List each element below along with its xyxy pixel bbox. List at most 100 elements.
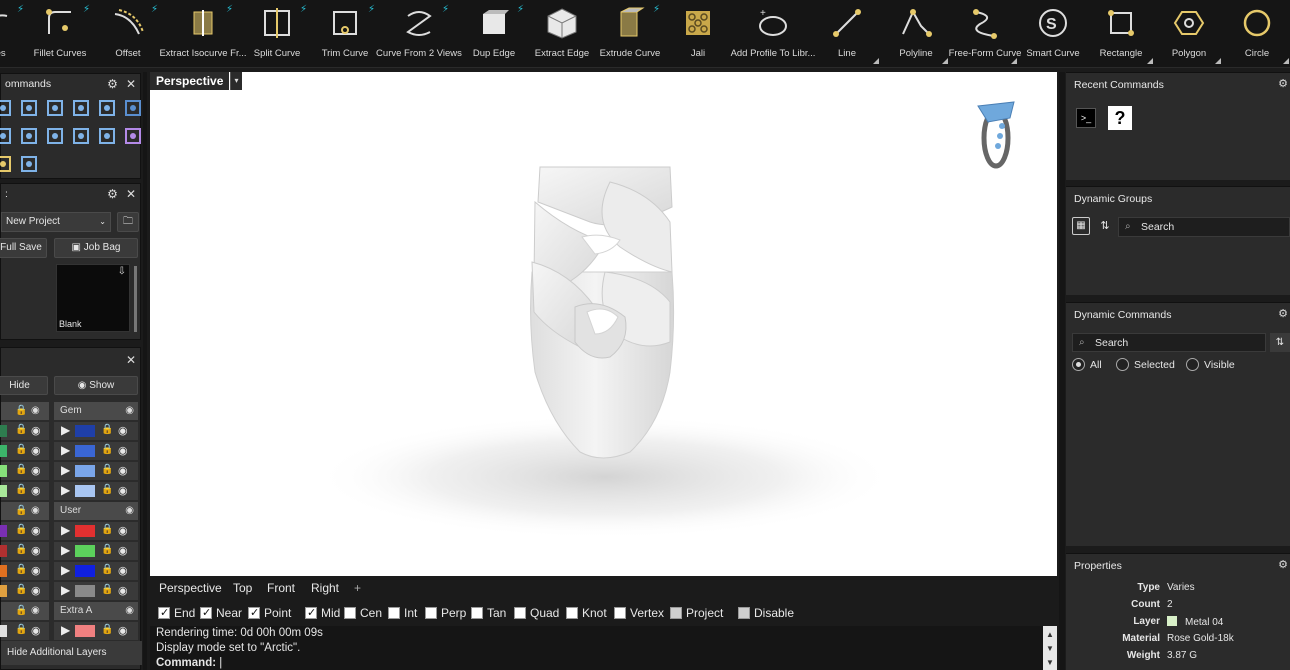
add-view-button[interactable]: + [354,577,361,599]
checkbox-icon[interactable] [305,605,317,621]
dynamic-commands-search[interactable]: ⌕ Search [1072,333,1266,352]
viewport-menu-arrow[interactable]: ▾ [230,72,242,90]
layer-color-swatch[interactable] [75,625,95,637]
eye-icon[interactable]: ◉ [125,602,134,620]
layer-row[interactable]: ▶ 🔒 ◉ [54,622,138,640]
expand-arrow-icon[interactable]: ▶ [61,543,70,557]
layer-color-swatch[interactable] [75,485,95,497]
gear-icon[interactable]: ⚙ [107,187,118,201]
eye-icon[interactable]: ◉ [118,624,128,637]
layer-color-swatch[interactable] [75,425,95,437]
layer-row[interactable]: ▶ 🔒 ◉ [54,542,138,560]
lock-icon[interactable]: 🔒 [101,524,113,535]
layer-color-swatch[interactable] [0,585,7,597]
lock-icon[interactable]: 🔒 [15,524,27,535]
layer-row[interactable]: 🔒 ◉ [0,462,49,480]
eye-icon[interactable]: ◉ [31,424,41,437]
filter-radio[interactable]: Selected [1116,357,1175,373]
layer-row[interactable]: ▶ 🔒 ◉ [54,442,138,460]
layer-row[interactable]: 🔒 ◉ [0,622,49,640]
close-icon[interactable]: ✕ [126,77,136,91]
layer-color-swatch[interactable] [0,445,7,457]
measure-icon[interactable] [71,98,91,118]
osnap-checkbox[interactable]: Int [388,605,417,621]
terminal-icon[interactable]: >_ [1076,108,1096,128]
property-value[interactable]: Metal 04 [1167,616,1223,628]
checkbox-icon[interactable] [158,605,170,621]
toolbar-button[interactable]: Extract Isocurve Fr... ⚡ [159,0,246,66]
layer-row[interactable]: 🔒 ◉ [0,482,49,500]
orientation-ring-icon[interactable] [970,98,1020,173]
slice-icon[interactable] [71,126,91,146]
full-save-button[interactable]: Full Save [0,238,47,258]
radio-icon[interactable] [1186,358,1199,371]
radio-icon[interactable] [1116,358,1129,371]
figure-icon[interactable] [123,126,143,146]
eye-icon[interactable]: ◉ [31,464,41,477]
eye-icon[interactable]: ◉ [31,502,40,520]
expand-arrow-icon[interactable]: ▶ [61,623,70,637]
curve-icon[interactable] [0,126,13,146]
split-icon[interactable] [45,98,65,118]
view-tab[interactable]: Perspective [159,577,222,599]
toolbar-button[interactable]: Polyline [882,0,950,66]
checkbox-icon[interactable] [738,607,750,619]
scroll-down-icon[interactable]: ▼ [1043,656,1057,670]
folder-button[interactable]: 🗀 [117,212,139,232]
toolbar-button[interactable]: Circle [1223,0,1290,66]
layer-color-swatch[interactable] [75,465,95,477]
lock-icon[interactable]: 🔒 [15,584,27,595]
lock-icon[interactable]: 🔒 [101,564,113,575]
layer-row[interactable]: ▶ 🔒 ◉ [54,582,138,600]
checkbox-icon[interactable] [344,607,356,619]
layer-row[interactable]: ▶ 🔒 ◉ [54,422,138,440]
view-tab[interactable]: Top [233,577,252,599]
layer-row[interactable]: 🔒 ◉ [0,442,49,460]
eye-icon[interactable]: ◉ [31,584,41,597]
expand-arrow-icon[interactable]: ▶ [61,423,70,437]
command-scrollbar[interactable]: ▲ ▼ ▼ [1043,626,1057,670]
view-tab[interactable]: Front [267,577,295,599]
checkbox-icon[interactable] [566,607,578,619]
lock-icon[interactable]: 🔒 [15,424,27,435]
points-icon[interactable] [97,126,117,146]
eye-icon[interactable]: ◉ [118,484,128,497]
layer-color-swatch[interactable] [75,525,95,537]
left-dock-divider[interactable] [143,72,147,670]
layer-group-header[interactable]: 🔒 ◉ [1,402,49,420]
export-icon[interactable]: ⇩ [118,266,126,277]
eye-icon[interactable]: ◉ [31,602,40,620]
gear-icon[interactable]: ⚙ [1278,558,1288,571]
osnap-checkbox[interactable]: Near [200,605,242,621]
calculator-icon[interactable]: ▦ [1072,217,1090,235]
osnap-checkbox[interactable]: Perp [425,605,466,621]
gear-icon[interactable]: ⚙ [107,77,118,91]
lock-icon[interactable]: 🔒 [101,544,113,555]
property-value[interactable]: 3.87 G [1167,650,1197,661]
layer-row[interactable]: 🔒 ◉ [0,542,49,560]
layer-group-header[interactable]: Extra A ◉ [54,602,138,620]
layer-row[interactable]: ▶ 🔒 ◉ [54,522,138,540]
eye-icon[interactable]: ◉ [31,484,41,497]
layer-group-header[interactable]: 🔒 ◉ [1,502,49,520]
lock-icon[interactable]: 🔒 [15,564,27,575]
lock-icon[interactable]: 🔒 [101,444,113,455]
flyout-indicator-icon[interactable] [1283,58,1289,64]
eye-icon[interactable]: ◉ [125,502,134,520]
expand-arrow-icon[interactable]: ▶ [61,563,70,577]
checkbox-icon[interactable] [200,605,212,621]
osnap-checkbox[interactable]: Point [248,605,291,621]
grid-icon[interactable] [19,98,39,118]
lock-icon[interactable]: 🔒 [15,402,27,420]
expand-arrow-icon[interactable]: ▶ [61,483,70,497]
osnap-checkbox[interactable]: Quad [514,605,559,621]
osnap-checkbox[interactable]: Mid [305,605,340,621]
select-icon[interactable] [0,98,13,118]
lock-icon[interactable]: 🔒 [101,464,113,475]
expand-arrow-icon[interactable]: ▶ [61,443,70,457]
eye-icon[interactable]: ◉ [118,424,128,437]
sphere-icon[interactable] [19,154,39,174]
eye-icon[interactable]: ◉ [118,544,128,557]
toolbar-button[interactable]: Trim Curve ⚡ [311,0,379,66]
eye-icon[interactable]: ◉ [118,584,128,597]
